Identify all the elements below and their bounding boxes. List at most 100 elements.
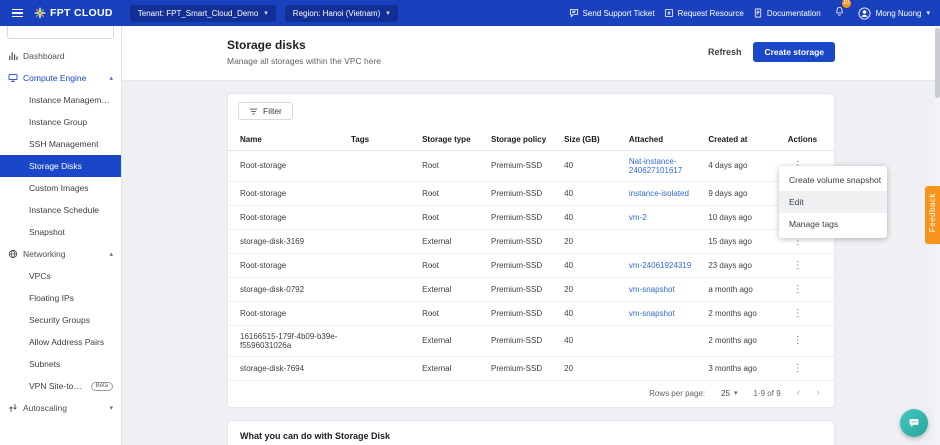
row-context-menu: Create volume snapshotEditManage tags	[779, 166, 887, 238]
cell-size: 20	[558, 277, 623, 301]
cell-attached[interactable]: instance-isolated	[623, 181, 702, 205]
cell-actions: ⋮	[782, 325, 834, 356]
cell-attached[interactable]: vm-24061924319	[623, 253, 702, 277]
pagination-range: 1-9 of 9	[754, 389, 781, 398]
request-resource-link[interactable]: Request Resource	[664, 8, 744, 18]
cell-attached[interactable]: vm-snapshot	[623, 277, 702, 301]
sidebar-item-autoscaling[interactable]: Autoscaling▾	[0, 397, 121, 419]
sidebar-item-ssh-management[interactable]: SSH Management	[0, 133, 121, 155]
cell-size: 20	[558, 356, 623, 380]
sidebar-item-dashboard[interactable]: Dashboard	[0, 45, 121, 67]
sidebar-item-instance-group[interactable]: Instance Group	[0, 111, 121, 133]
chat-support-button[interactable]	[900, 409, 928, 437]
chevron-down-icon: ▾	[734, 389, 738, 397]
cell-tags	[345, 229, 416, 253]
user-name: Mong Nuong	[876, 9, 922, 18]
cell-storage-policy: Premium-SSD	[485, 325, 558, 356]
column-header-actions: Actions	[782, 129, 834, 151]
storage-table: NameTagsStorage typeStorage policySize (…	[228, 129, 834, 381]
chat-icon	[907, 416, 921, 430]
feedback-tab[interactable]: Feedback	[925, 186, 940, 244]
cell-storage-policy: Premium-SSD	[485, 181, 558, 205]
sidebar-item-security-groups[interactable]: Security Groups	[0, 309, 121, 331]
cell-size: 40	[558, 205, 623, 229]
send-support-ticket-link[interactable]: Send Support Ticket	[569, 8, 655, 18]
cell-created-at: 2 months ago	[702, 325, 781, 356]
sidebar-item-vpn-site-to-site[interactable]: VPN Site-to-SiteBeta	[0, 375, 121, 397]
chevron-up-icon: ▴	[109, 250, 113, 258]
sidebar-item-subnets[interactable]: Subnets	[0, 353, 121, 375]
tenant-selector[interactable]: Tenant: FPT_Smart_Cloud_Demo▾	[130, 5, 276, 22]
cell-name: storage-disk-7694	[228, 356, 345, 380]
context-menu-item-manage-tags[interactable]: Manage tags	[779, 213, 887, 235]
table-row: Root-storage RootPremium-SSD40Nat-instanc…	[228, 150, 834, 181]
sidebar-item-floating-ips[interactable]: Floating IPs	[0, 287, 121, 309]
compute-icon	[8, 73, 18, 83]
refresh-button[interactable]: Refresh	[708, 47, 742, 57]
cell-created-at: 15 days ago	[702, 229, 781, 253]
sidebar-item-instance-management[interactable]: Instance Management	[0, 89, 121, 111]
cell-name: 16166515-179f-4b09-b39e-f5596031026a	[228, 325, 345, 356]
cell-storage-type: Root	[416, 205, 485, 229]
table-row: Root-storageRootPremium-SSD40vm-snapshot…	[228, 301, 834, 325]
cell-name: Root-storage	[228, 150, 345, 181]
sidebar-item-label: Dashboard	[23, 51, 113, 61]
page-subtitle: Manage all storages within the VPC here	[227, 56, 381, 66]
user-menu[interactable]: Mong Nuong ▾	[858, 7, 930, 20]
create-storage-button[interactable]: Create storage	[753, 42, 835, 62]
context-menu-item-create-volume-snapshot[interactable]: Create volume snapshot	[779, 169, 887, 191]
rows-per-page-select[interactable]: 25 ▾	[721, 389, 737, 398]
row-actions-kebab-button[interactable]: ⋮	[788, 335, 808, 346]
sidebar-item-instance-schedule[interactable]: Instance Schedule	[0, 199, 121, 221]
menu-icon[interactable]	[10, 7, 25, 20]
sidebar-item-networking[interactable]: Networking▴	[0, 243, 121, 265]
context-menu-item-edit[interactable]: Edit	[779, 191, 887, 213]
storage-table-body: Root-storageRootPremium-SSD40Nat-instanc…	[228, 150, 834, 380]
cell-tags	[345, 150, 416, 181]
notifications-button[interactable]: 10	[834, 4, 845, 22]
cell-storage-type: Root	[416, 150, 485, 181]
cell-tags	[345, 253, 416, 277]
request-resource-label: Request Resource	[678, 9, 744, 18]
cell-storage-type: External	[416, 277, 485, 301]
sidebar-item-snapshot[interactable]: Snapshot	[0, 221, 121, 243]
column-header-tags: Tags	[345, 129, 416, 151]
beta-badge: Beta	[91, 382, 113, 391]
cell-created-at: 3 months ago	[702, 356, 781, 380]
cell-name: Root-storage	[228, 253, 345, 277]
cell-attached[interactable]: Nat-instance-240627101617	[623, 150, 702, 181]
sidebar-item-compute-engine[interactable]: Compute Engine▴	[0, 67, 121, 89]
cell-attached	[623, 325, 702, 356]
cell-storage-type: Root	[416, 181, 485, 205]
sidebar-item-allow-address-pairs[interactable]: Allow Address Pairs	[0, 331, 121, 353]
cell-size: 40	[558, 150, 623, 181]
autoscale-icon	[8, 403, 18, 413]
next-page-button[interactable]: ›	[816, 388, 820, 399]
row-actions-kebab-button[interactable]: ⋮	[788, 260, 808, 271]
sidebar-item-label: Allow Address Pairs	[29, 337, 113, 347]
cell-created-at: 23 days ago	[702, 253, 781, 277]
row-actions-kebab-button[interactable]: ⋮	[788, 308, 808, 319]
sidebar-item-custom-images[interactable]: Custom Images	[0, 177, 121, 199]
region-selector[interactable]: Region: Hanoi (Vietnam)▾	[285, 5, 398, 22]
row-actions-kebab-button[interactable]: ⋮	[788, 284, 808, 295]
cell-storage-policy: Premium-SSD	[485, 150, 558, 181]
cell-attached[interactable]: vm-snapshot	[623, 301, 702, 325]
network-icon	[8, 249, 18, 259]
row-actions-kebab-button[interactable]: ⋮	[788, 363, 808, 374]
sidebar-item-storage-disks[interactable]: Storage Disks	[0, 155, 121, 177]
filter-button[interactable]: Filter	[238, 102, 293, 120]
scrollbar-thumb[interactable]	[935, 28, 940, 98]
cell-attached[interactable]: vm-2	[623, 205, 702, 229]
cell-created-at: a month ago	[702, 277, 781, 301]
cell-name: storage-disk-0792	[228, 277, 345, 301]
rows-per-page-label: Rows per page:	[649, 389, 705, 398]
cell-tags	[345, 356, 416, 380]
column-header-storage-policy: Storage policy	[485, 129, 558, 151]
sidebar-item-label: Snapshot	[29, 227, 113, 237]
table-header-row: NameTagsStorage typeStorage policySize (…	[228, 129, 834, 151]
prev-page-button[interactable]: ‹	[797, 388, 801, 399]
sidebar-item-label: Security Groups	[29, 315, 113, 325]
documentation-link[interactable]: Documentation	[753, 8, 821, 18]
sidebar-item-vpcs[interactable]: VPCs	[0, 265, 121, 287]
